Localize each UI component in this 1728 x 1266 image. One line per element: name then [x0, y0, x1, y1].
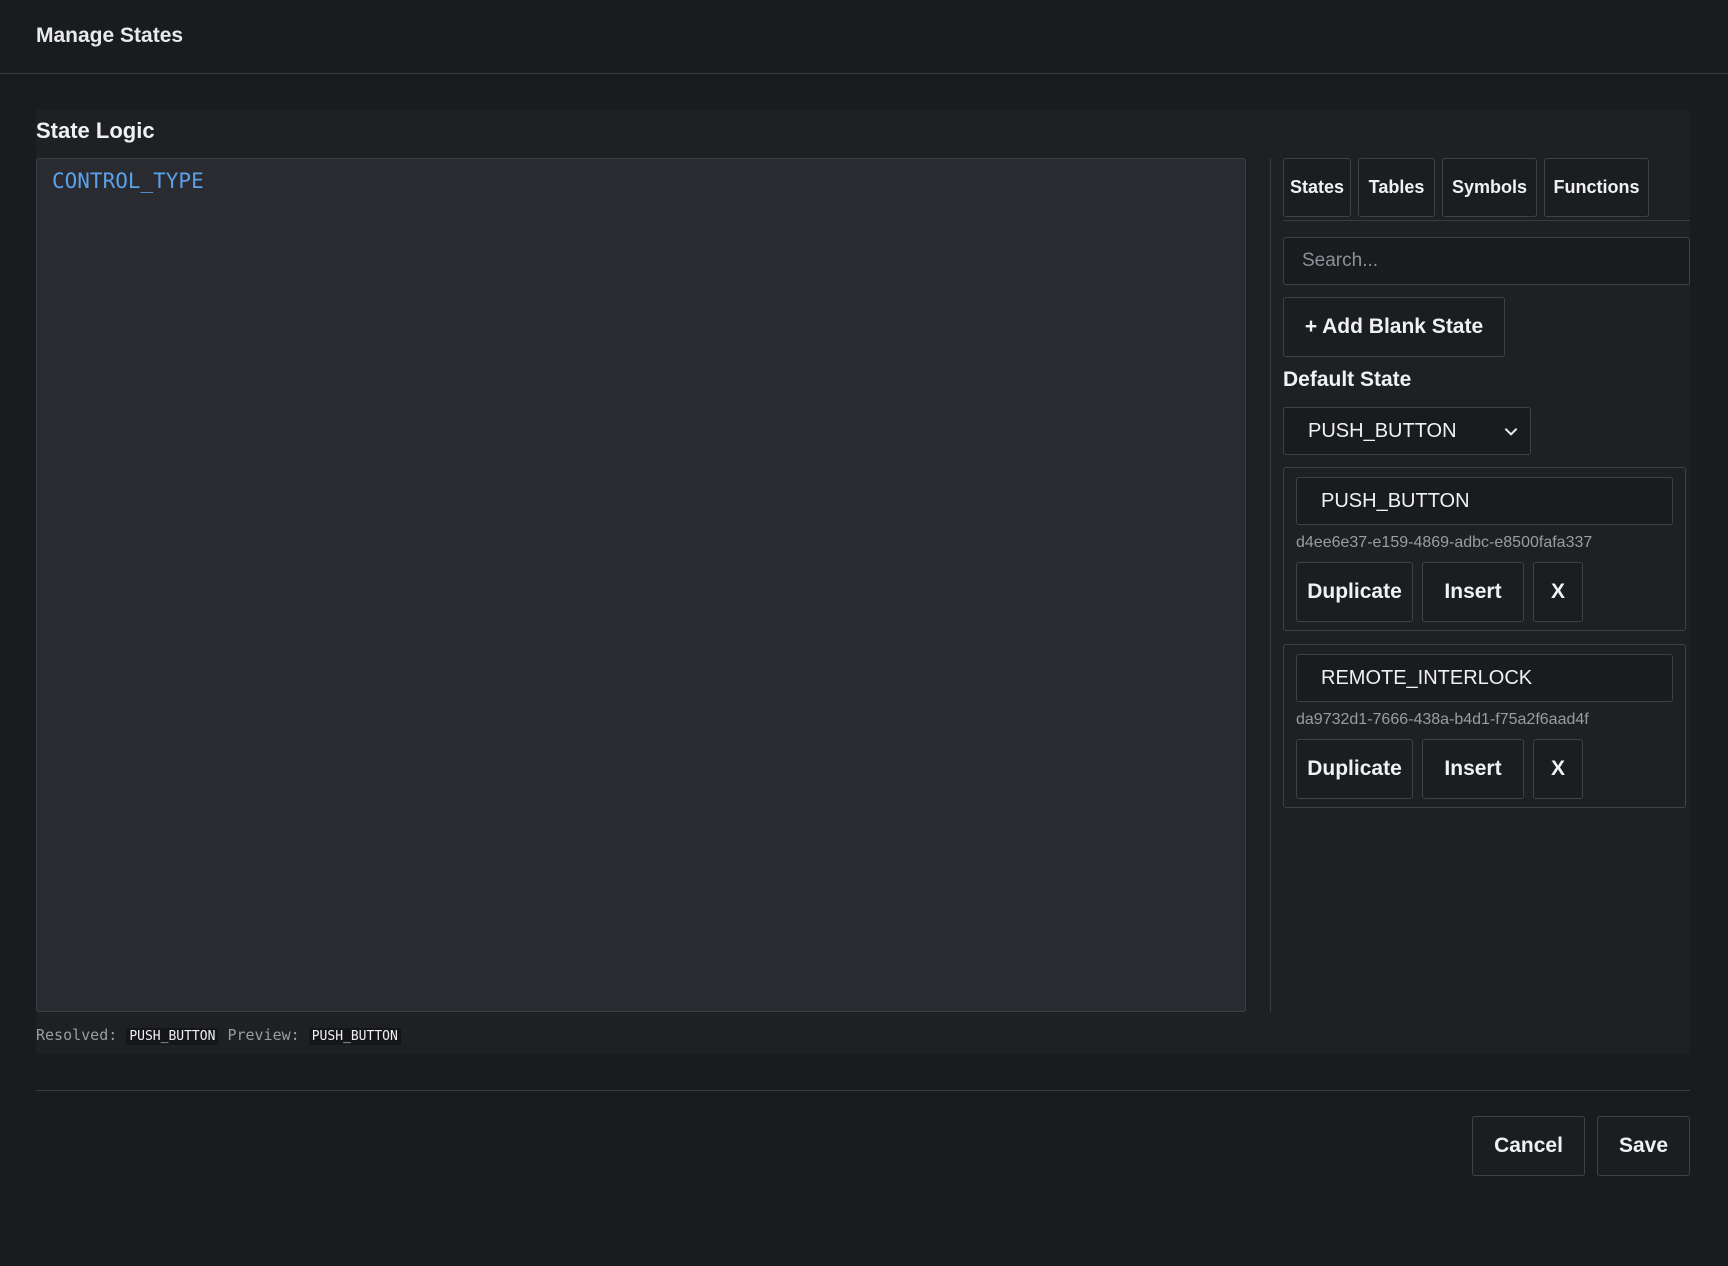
cancel-button[interactable]: Cancel	[1472, 1116, 1585, 1176]
insert-button[interactable]: Insert	[1422, 739, 1524, 799]
logic-editor[interactable]: CONTROL_TYPE	[36, 158, 1246, 1012]
states-sidebar: States Tables Symbols Functions + Add Bl…	[1283, 158, 1690, 1012]
dialog-title: Manage States	[36, 24, 184, 47]
add-blank-state-button[interactable]: + Add Blank State	[1283, 297, 1505, 357]
duplicate-button[interactable]: Duplicate	[1296, 562, 1413, 622]
preview-value: PUSH_BUTTON	[308, 1028, 401, 1045]
remove-state-button[interactable]: X	[1533, 739, 1583, 799]
tab-functions[interactable]: Functions	[1544, 158, 1649, 217]
tab-tables[interactable]: Tables	[1358, 158, 1435, 217]
state-name-input[interactable]: PUSH_BUTTON	[1296, 477, 1673, 525]
panel-divider	[1270, 158, 1271, 1012]
state-id: da9732d1-7666-438a-b4d1-f75a2f6aad4f	[1296, 711, 1589, 728]
tab-states[interactable]: States	[1283, 158, 1351, 217]
state-id: d4ee6e37-e159-4869-adbc-e8500fafa337	[1296, 534, 1593, 551]
remove-state-button[interactable]: X	[1533, 562, 1583, 622]
content-panel: State Logic CONTROL_TYPE Resolved: PUSH_…	[36, 110, 1690, 1054]
default-state-value: PUSH_BUTTON	[1308, 419, 1457, 442]
resolved-label: Resolved:	[36, 1026, 118, 1044]
resolved-preview-line: Resolved: PUSH_BUTTON Preview: PUSH_BUTT…	[36, 1026, 401, 1045]
chevron-down-icon	[1504, 428, 1518, 436]
dialog-header: Manage States	[0, 0, 1728, 74]
insert-button[interactable]: Insert	[1422, 562, 1524, 622]
search-input[interactable]	[1283, 237, 1690, 285]
state-card: PUSH_BUTTON d4ee6e37-e159-4869-adbc-e850…	[1283, 467, 1686, 631]
logic-editor-text[interactable]: CONTROL_TYPE	[52, 169, 204, 193]
default-state-select[interactable]: PUSH_BUTTON	[1283, 407, 1531, 455]
tab-symbols[interactable]: Symbols	[1442, 158, 1537, 217]
state-logic-title: State Logic	[36, 118, 155, 143]
state-card: REMOTE_INTERLOCK da9732d1-7666-438a-b4d1…	[1283, 644, 1686, 808]
state-name-input[interactable]: REMOTE_INTERLOCK	[1296, 654, 1673, 702]
save-button[interactable]: Save	[1597, 1116, 1690, 1176]
resolved-value: PUSH_BUTTON	[126, 1028, 219, 1045]
sidebar-tabs: States Tables Symbols Functions	[1283, 158, 1690, 221]
default-state-label: Default State	[1283, 368, 1412, 391]
footer-divider	[36, 1090, 1690, 1091]
preview-label: Preview:	[227, 1026, 300, 1044]
duplicate-button[interactable]: Duplicate	[1296, 739, 1413, 799]
